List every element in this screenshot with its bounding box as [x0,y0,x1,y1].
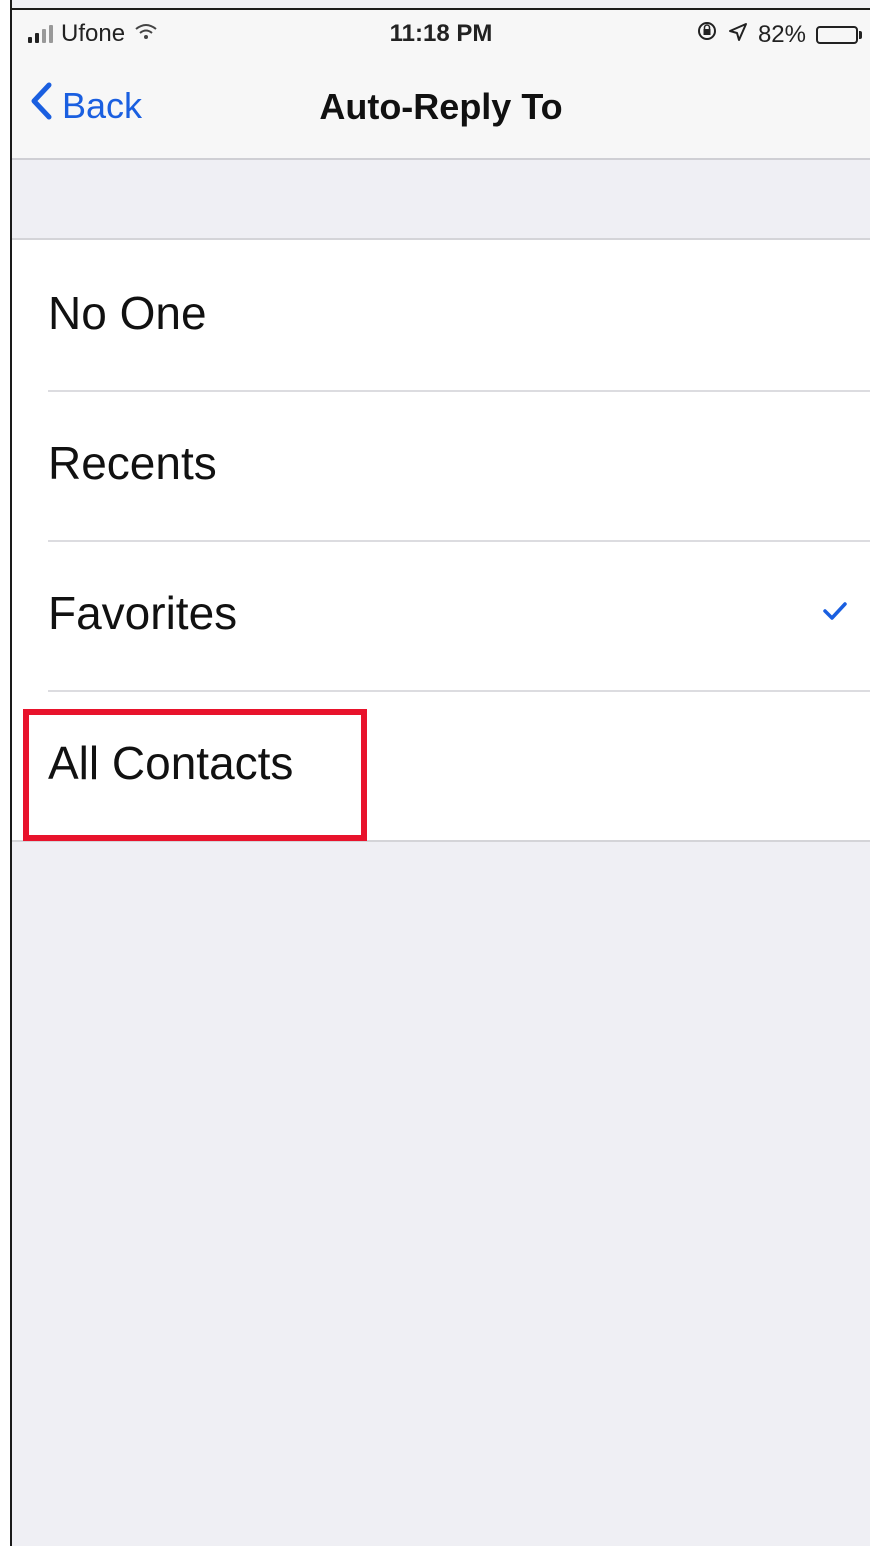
screen: Ufone 11:18 PM 82% Back Auto-Reply To No… [0,0,870,1546]
option-no-one[interactable]: No One [12,240,870,390]
page-title: Auto-Reply To [319,86,563,127]
battery-percent: 82% [757,20,806,48]
option-all-contacts[interactable]: All Contacts [12,690,870,840]
status-bar: Ufone 11:18 PM 82% [12,10,870,60]
battery-icon [816,25,862,44]
navigation-bar: Back Auto-Reply To [12,60,870,160]
option-label: All Contacts [48,737,294,789]
location-icon [728,21,748,49]
checkmark-icon [822,600,848,627]
option-recents[interactable]: Recents [12,390,870,540]
option-favorites[interactable]: Favorites [12,540,870,690]
option-label: Favorites [48,587,238,639]
options-list: No One Recents Favorites All Contacts [12,238,870,842]
option-label: No One [48,287,207,339]
status-right: 82% [696,20,862,49]
lock-rotation-icon [696,20,718,49]
option-label: Recents [48,437,217,489]
